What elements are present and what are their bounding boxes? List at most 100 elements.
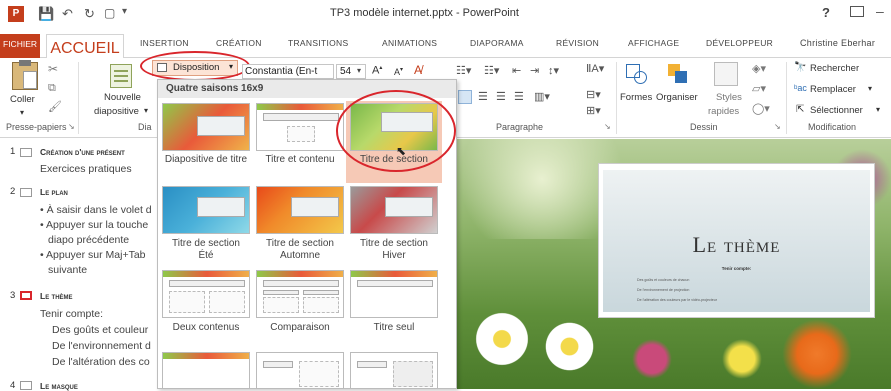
- layout-thumb-titre-de-section-automne[interactable]: [256, 186, 344, 234]
- outline-line[interactable]: De l'altération des co: [52, 356, 150, 368]
- slide-subtitle[interactable]: Tenir compte:: [603, 266, 870, 271]
- layout-thumb-image-legende[interactable]: [350, 352, 438, 389]
- slide-bullet[interactable]: De l'altération des couleurs par le vidé…: [637, 298, 717, 302]
- decrease-indent-icon[interactable]: ⇤: [512, 64, 521, 77]
- user-name[interactable]: Christine Eberhar: [800, 38, 875, 48]
- shrink-font-icon[interactable]: A▾: [394, 66, 403, 77]
- arrange-button[interactable]: Organiser: [656, 92, 698, 103]
- justify-icon[interactable]: ☰: [514, 90, 524, 103]
- replace-icon[interactable]: ᵇac: [794, 83, 807, 93]
- clear-format-icon[interactable]: A̸: [414, 63, 422, 77]
- slide-icon[interactable]: [20, 188, 32, 197]
- outline-line[interactable]: Exercices pratiques: [40, 163, 132, 175]
- replace-button[interactable]: Remplacer: [810, 84, 856, 95]
- line-spacing-icon[interactable]: ↕▾: [548, 64, 559, 77]
- shape-fill-icon[interactable]: ◈▾: [752, 62, 766, 75]
- quick-styles-icon[interactable]: [714, 62, 738, 86]
- layout-thumb-titre-seul[interactable]: [350, 270, 438, 318]
- slide-bullet[interactable]: Des goûts et couleurs de chacun: [637, 278, 689, 282]
- tab-accueil[interactable]: ACCUEIL: [46, 34, 124, 59]
- tab-transitions[interactable]: TRANSITIONS: [288, 38, 348, 48]
- outline-line[interactable]: Des goûts et couleur: [52, 324, 148, 336]
- quick-styles-label-2[interactable]: rapides: [708, 106, 739, 117]
- align-left-icon[interactable]: [458, 90, 472, 104]
- slide-title[interactable]: Le thème: [603, 232, 870, 258]
- drawing-launcher-icon[interactable]: ↘: [774, 122, 781, 131]
- undo-icon[interactable]: ↶: [62, 6, 73, 22]
- font-name-field[interactable]: Constantia (En-t: [242, 64, 334, 79]
- layout-thumb-vide[interactable]: [162, 352, 250, 389]
- layout-thumb-titre-et-contenu[interactable]: [256, 103, 344, 151]
- layout-thumb-comparaison[interactable]: [256, 270, 344, 318]
- new-slide-dropdown-icon[interactable]: ▾: [144, 106, 148, 115]
- save-icon[interactable]: 💾: [38, 6, 54, 22]
- grow-font-icon[interactable]: A▴: [372, 64, 382, 77]
- cut-icon[interactable]: ✂: [48, 62, 58, 76]
- slide-bullet[interactable]: De l'environnement de projection: [637, 288, 689, 292]
- ribbon-display-icon[interactable]: [850, 6, 864, 17]
- outline-line[interactable]: De l'environnement d: [52, 340, 151, 352]
- customize-qat-icon[interactable]: ▾: [122, 6, 127, 17]
- select-button[interactable]: Sélectionner: [810, 105, 863, 116]
- font-size-field[interactable]: 54 ▾: [336, 64, 366, 79]
- find-button[interactable]: Rechercher: [810, 63, 859, 74]
- minimize-icon[interactable]: –: [876, 3, 884, 19]
- layout-thumb-deux-contenus[interactable]: [162, 270, 250, 318]
- select-icon[interactable]: ⇱: [796, 104, 804, 115]
- slide-title-box[interactable]: Le thème Tenir compte: Des goûts et coul…: [603, 170, 870, 312]
- new-slide-label-1[interactable]: Nouvelle: [104, 92, 141, 103]
- smartart-icon[interactable]: ⊞▾: [586, 104, 601, 117]
- layout-thumb-titre-de-section-hiver[interactable]: [350, 186, 438, 234]
- outline-line[interactable]: • Appuyer sur la touche: [40, 219, 148, 231]
- paragraph-launcher-icon[interactable]: ↘: [604, 122, 611, 131]
- slide-title-1[interactable]: Création d'une présent: [40, 147, 125, 157]
- tab-insertion[interactable]: INSERTION: [140, 38, 189, 48]
- format-painter-icon[interactable]: 🖌: [48, 100, 62, 113]
- shapes-icon[interactable]: [624, 62, 648, 86]
- redo-icon[interactable]: ↻: [84, 6, 95, 22]
- tab-diaporama[interactable]: DIAPORAMA: [470, 38, 524, 48]
- outline-line[interactable]: Tenir compte:: [40, 308, 103, 320]
- arrange-icon[interactable]: [666, 62, 690, 86]
- layout-thumb-diapositive-de-titre[interactable]: [162, 103, 250, 151]
- outline-line[interactable]: • À saisir dans le volet d: [40, 204, 152, 216]
- slide-title-3[interactable]: Le thème: [40, 291, 73, 301]
- new-doc-icon[interactable]: ▢: [104, 6, 115, 20]
- increase-indent-icon[interactable]: ⇥: [530, 64, 539, 77]
- chevron-down-icon[interactable]: ▾: [876, 105, 880, 114]
- tab-revision[interactable]: RÉVISION: [556, 38, 599, 48]
- clipboard-launcher-icon[interactable]: ↘: [68, 122, 75, 131]
- layout-thumb-titre-de-section-ete[interactable]: [162, 186, 250, 234]
- shape-outline-icon[interactable]: ▱▾: [752, 82, 766, 95]
- new-slide-label-2[interactable]: diapositive: [94, 106, 139, 117]
- help-button[interactable]: ?: [822, 5, 830, 20]
- tab-animations[interactable]: ANIMATIONS: [382, 38, 437, 48]
- paste-dropdown-icon[interactable]: ▾: [20, 108, 24, 117]
- align-center-icon[interactable]: ☰: [478, 90, 488, 103]
- outline-line[interactable]: • Appuyer sur Maj+Tab: [40, 249, 146, 261]
- new-slide-icon[interactable]: [110, 64, 132, 88]
- outline-line[interactable]: suivante: [48, 264, 87, 276]
- slide-icon[interactable]: [20, 148, 32, 157]
- copy-icon[interactable]: ⧉: [48, 82, 56, 95]
- quick-styles-label-1[interactable]: Styles: [716, 92, 742, 103]
- align-right-icon[interactable]: ☰: [496, 90, 506, 103]
- find-icon[interactable]: 🔭: [794, 62, 806, 73]
- tab-creation[interactable]: CRÉATION: [216, 38, 262, 48]
- numbering-icon[interactable]: ☷▾: [484, 64, 499, 77]
- align-text-icon[interactable]: ⊟▾: [586, 88, 601, 101]
- tab-affichage[interactable]: AFFICHAGE: [628, 38, 679, 48]
- chevron-down-icon[interactable]: ▾: [868, 84, 872, 93]
- bullets-icon[interactable]: ☷▾: [456, 64, 471, 77]
- slide-title-4[interactable]: Le masque: [40, 381, 78, 391]
- shapes-button[interactable]: Formes: [620, 92, 652, 103]
- slide-icon-selected[interactable]: [20, 291, 32, 300]
- outline-line[interactable]: diapo précédente: [48, 234, 129, 246]
- paste-button[interactable]: Coller: [10, 94, 35, 105]
- tab-fichier[interactable]: FICHIER: [0, 34, 40, 58]
- text-direction-icon[interactable]: ⅡA▾: [586, 62, 604, 75]
- paste-icon[interactable]: [12, 60, 38, 90]
- layout-thumb-contenu-legende[interactable]: [256, 352, 344, 389]
- tab-developpeur[interactable]: DÉVELOPPEUR: [706, 38, 773, 48]
- slide-title-2[interactable]: Le plan: [40, 187, 68, 197]
